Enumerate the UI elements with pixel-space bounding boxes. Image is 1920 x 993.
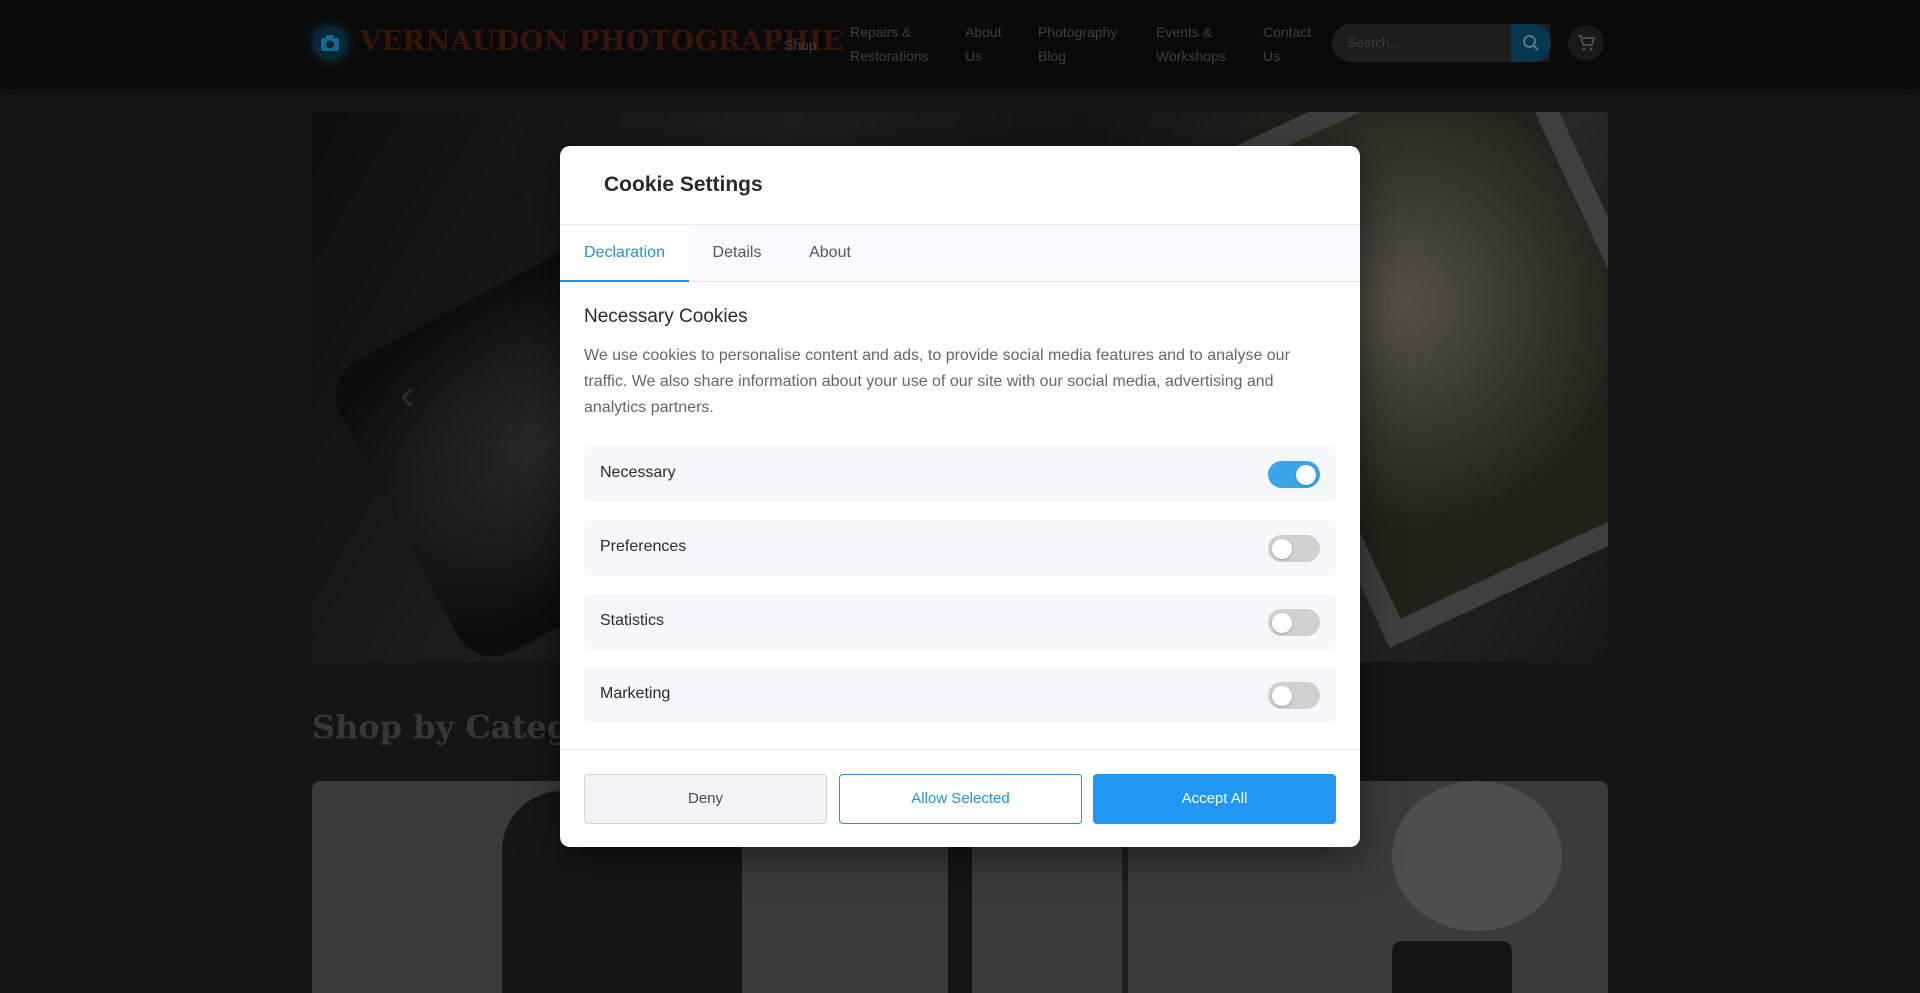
toggle-label: Preferences xyxy=(600,538,687,555)
toggle-label: Necessary xyxy=(600,464,676,481)
declaration-panel: Necessary Cookies We use cookies to pers… xyxy=(584,306,1336,421)
marketing-toggle[interactable] xyxy=(1268,682,1320,709)
dialog-header: Cookie Settings xyxy=(560,146,1360,225)
toggle-row-statistics: Statistics xyxy=(584,594,1336,650)
toggle-knob xyxy=(1272,686,1292,706)
allow-selected-button[interactable]: Allow Selected xyxy=(839,774,1082,824)
toggle-row-necessary: Necessary xyxy=(584,446,1336,502)
cookie-settings-dialog: Cookie Settings Declaration Details Abou… xyxy=(560,146,1360,847)
dialog-tabs: Declaration Details About xyxy=(560,225,1360,282)
necessary-toggle[interactable] xyxy=(1268,461,1320,488)
cookie-description: We use cookies to personalise content an… xyxy=(584,347,1290,416)
section-heading: Necessary Cookies xyxy=(584,306,748,327)
tab-details[interactable]: Details xyxy=(689,225,785,282)
toggle-knob xyxy=(1272,613,1292,633)
toggle-knob xyxy=(1272,539,1292,559)
deny-button[interactable]: Deny xyxy=(584,774,827,824)
accept-all-button[interactable]: Accept All xyxy=(1093,774,1336,824)
tab-declaration[interactable]: Declaration xyxy=(560,225,689,282)
dialog-footer: Deny Allow Selected Accept All xyxy=(560,749,1360,847)
statistics-toggle[interactable] xyxy=(1268,609,1320,636)
tab-about[interactable]: About xyxy=(785,225,875,282)
toggle-row-marketing: Marketing xyxy=(584,667,1336,723)
toggle-label: Marketing xyxy=(600,685,671,702)
preferences-toggle[interactable] xyxy=(1268,535,1320,562)
dialog-title: Cookie Settings xyxy=(604,173,763,196)
toggle-row-preferences: Preferences xyxy=(584,520,1336,576)
toggle-knob xyxy=(1296,465,1316,485)
toggle-label: Statistics xyxy=(600,612,665,629)
